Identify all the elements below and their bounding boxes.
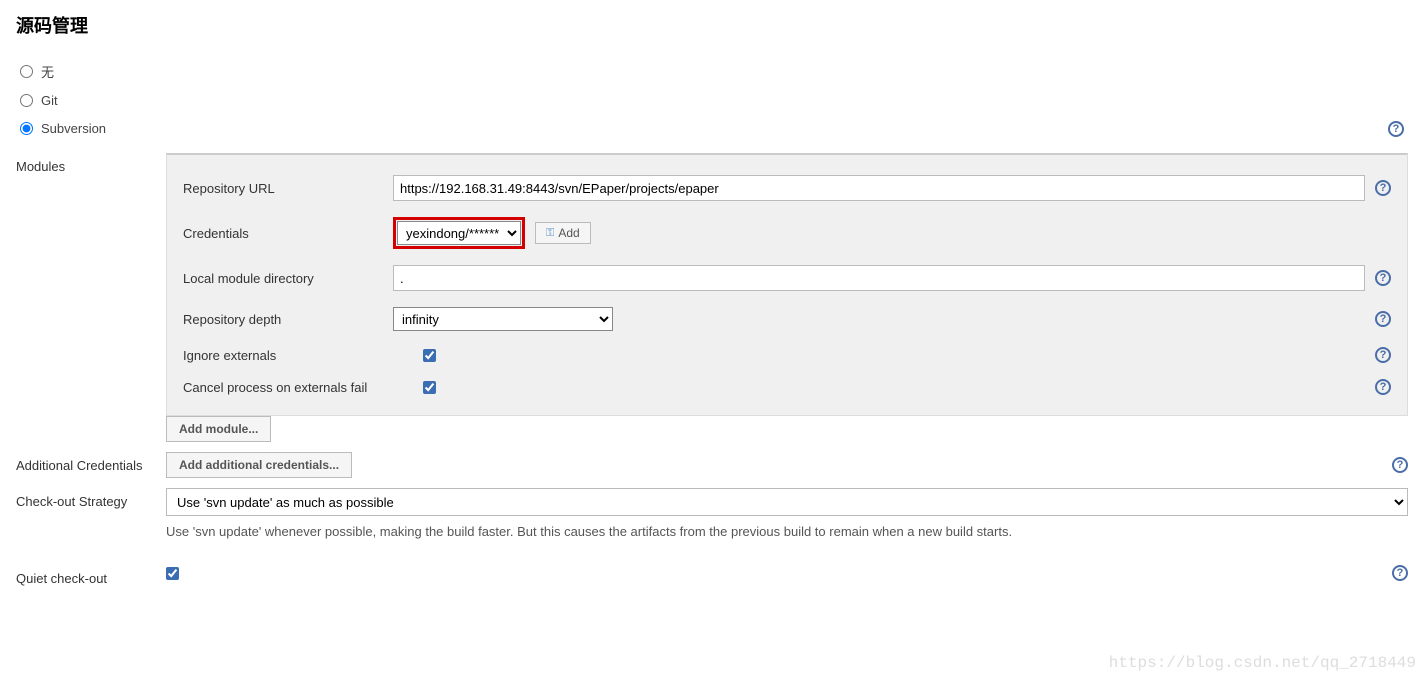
help-icon[interactable]: ? xyxy=(1375,379,1391,395)
scm-radio-group: 无 Git Subversion ? xyxy=(16,56,1408,143)
quiet-checkout-checkbox[interactable] xyxy=(166,567,179,580)
help-icon[interactable]: ? xyxy=(1375,270,1391,286)
add-credentials-button[interactable]: ⚿ Add xyxy=(535,222,591,244)
help-icon[interactable]: ? xyxy=(1375,311,1391,327)
scm-radio-git[interactable] xyxy=(20,94,33,107)
repository-depth-select[interactable]: infinity xyxy=(393,307,613,331)
help-icon[interactable]: ? xyxy=(1392,565,1408,581)
scm-radio-none[interactable] xyxy=(20,65,33,78)
checkout-strategy-label: Check-out Strategy xyxy=(16,488,166,509)
checkout-strategy-select[interactable]: Use 'svn update' as much as possible xyxy=(166,488,1408,516)
credentials-label: Credentials xyxy=(183,226,393,241)
repository-url-label: Repository URL xyxy=(183,181,393,196)
credentials-highlight: yexindong/****** xyxy=(393,217,525,249)
cancel-externals-fail-checkbox[interactable] xyxy=(423,381,436,394)
repository-url-input[interactable] xyxy=(393,175,1365,201)
help-icon[interactable]: ? xyxy=(1392,457,1408,473)
repository-depth-label: Repository depth xyxy=(183,312,393,327)
local-module-dir-input[interactable] xyxy=(393,265,1365,291)
key-icon: ⚿ xyxy=(546,227,554,240)
modules-panel: Repository URL ? Credentials yexindong/*… xyxy=(166,153,1408,416)
local-module-dir-label: Local module directory xyxy=(183,271,393,286)
credentials-select[interactable]: yexindong/****** xyxy=(397,221,521,245)
additional-credentials-label: Additional Credentials xyxy=(16,452,166,473)
ignore-externals-label: Ignore externals xyxy=(183,348,393,363)
watermark: https://blog.csdn.net/qq_2718449 xyxy=(1109,654,1416,672)
scm-radio-subversion[interactable] xyxy=(20,122,33,135)
scm-label-none: 无 xyxy=(41,62,54,81)
help-icon[interactable]: ? xyxy=(1375,180,1391,196)
scm-label-git: Git xyxy=(41,93,58,108)
section-title: 源码管理 xyxy=(16,12,1408,38)
ignore-externals-checkbox[interactable] xyxy=(423,349,436,362)
modules-label: Modules xyxy=(16,153,166,174)
help-icon[interactable]: ? xyxy=(1375,347,1391,363)
add-module-button[interactable]: Add module... xyxy=(166,416,271,442)
add-additional-credentials-button[interactable]: Add additional credentials... xyxy=(166,452,352,478)
checkout-strategy-description: Use 'svn update' whenever possible, maki… xyxy=(166,516,1408,555)
quiet-checkout-label: Quiet check-out xyxy=(16,565,166,586)
help-icon[interactable]: ? xyxy=(1388,121,1404,137)
cancel-externals-fail-label: Cancel process on externals fail xyxy=(183,380,393,395)
scm-label-subversion: Subversion xyxy=(41,121,106,136)
